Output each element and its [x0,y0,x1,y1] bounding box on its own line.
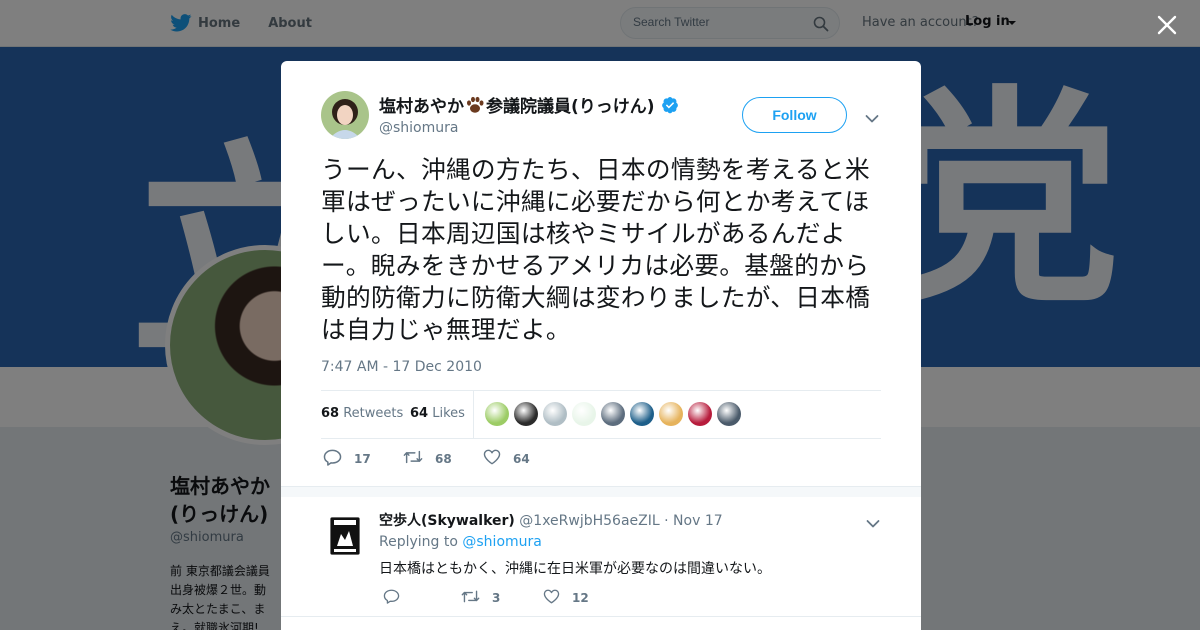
follow-button[interactable]: Follow [742,97,847,133]
tweet-timestamp[interactable]: 7:47 AM - 17 Dec 2010 [321,359,482,375]
tweet-text: うーん、沖縄の方たち、日本の情勢を考えると米軍はぜったいに沖縄に必要だから何とか… [321,155,871,344]
author-name[interactable]: 塩村あやか 参議院議員(りっけん) [379,92,679,117]
reply-tweet[interactable]: 空歩人(Skywalker) @1xeRwjbH56aeZIL · Nov 17… [281,496,921,616]
liker-avatar-8[interactable] [688,402,712,426]
liker-avatars [485,402,746,426]
reply-avatar[interactable] [329,516,361,556]
retweet-action[interactable]: 68 [403,449,452,468]
replying-to: Replying to @shiomura [379,534,542,550]
reply-retweet-action[interactable]: 3 [461,589,500,607]
reply-count: 17 [354,452,371,466]
reply-reply-icon [383,589,412,607]
liker-avatar-7[interactable] [659,402,683,426]
reply-date[interactable]: · Nov 17 [664,513,723,529]
tweet-actions: 17 68 64 [321,449,621,469]
author-name-part2: 参議院議員(りっけん) [486,97,655,117]
tweet-stats: 68 Retweets 64 Likes [321,390,881,439]
likes-stat[interactable]: 64 Likes [410,406,465,421]
liker-avatar-9[interactable] [717,402,741,426]
like-action[interactable]: 64 [483,449,530,468]
retweets-count: 68 [321,406,340,421]
heart-icon [483,449,513,468]
retweet-count: 68 [435,451,452,466]
close-icon[interactable] [1155,13,1179,37]
author-handle[interactable]: @shiomura [379,120,458,136]
verified-badge-icon [661,96,679,114]
reply-chevron-down-icon[interactable] [866,514,880,528]
reply-text: 日本橋はともかく、沖縄に在日米軍が必要なのは間違いない。 [379,561,771,577]
reply-retweet-count: 3 [492,591,501,605]
retweets-label: Retweets [343,406,404,421]
reply-action[interactable]: 17 [323,449,371,469]
reply-reply-action[interactable] [383,589,412,607]
liker-avatar-5[interactable] [601,402,625,426]
retweets-stat[interactable]: 68 Retweets [321,406,403,421]
next-reply-divider [281,616,921,617]
liker-avatar-6[interactable] [630,402,654,426]
paw-icon [465,95,485,115]
reply-icon [323,449,354,469]
likes-count: 64 [410,406,429,421]
author-avatar[interactable] [321,91,369,139]
author-name-part1: 塩村あやか [379,97,464,117]
stats-divider [473,391,474,438]
liker-avatar-4[interactable] [572,402,596,426]
reply-retweet-icon [461,589,492,607]
replying-to-mention[interactable]: @shiomura [462,534,541,550]
reply-author-handle[interactable]: @1xeRwjbH56aeZIL [519,513,659,529]
liker-avatar-3[interactable] [543,402,567,426]
chevron-down-icon[interactable] [865,109,879,123]
retweet-icon [403,449,435,468]
replying-to-label: Replying to [379,534,458,550]
reply-actions: 3 12 [379,589,679,609]
reply-heart-icon [543,589,572,607]
liker-avatar-1[interactable] [485,402,509,426]
reply-author-name[interactable]: 空歩人(Skywalker) [379,513,515,529]
reply-like-count: 12 [572,591,589,605]
reply-like-action[interactable]: 12 [543,589,589,607]
tweet-modal: 塩村あやか 参議院議員(りっけん) @shiomura Follow うーん、沖… [281,61,921,630]
reply-header: 空歩人(Skywalker) @1xeRwjbH56aeZIL · Nov 17 [379,510,723,530]
likes-label: Likes [432,406,465,421]
liker-avatar-2[interactable] [514,402,538,426]
like-count: 64 [513,451,530,466]
